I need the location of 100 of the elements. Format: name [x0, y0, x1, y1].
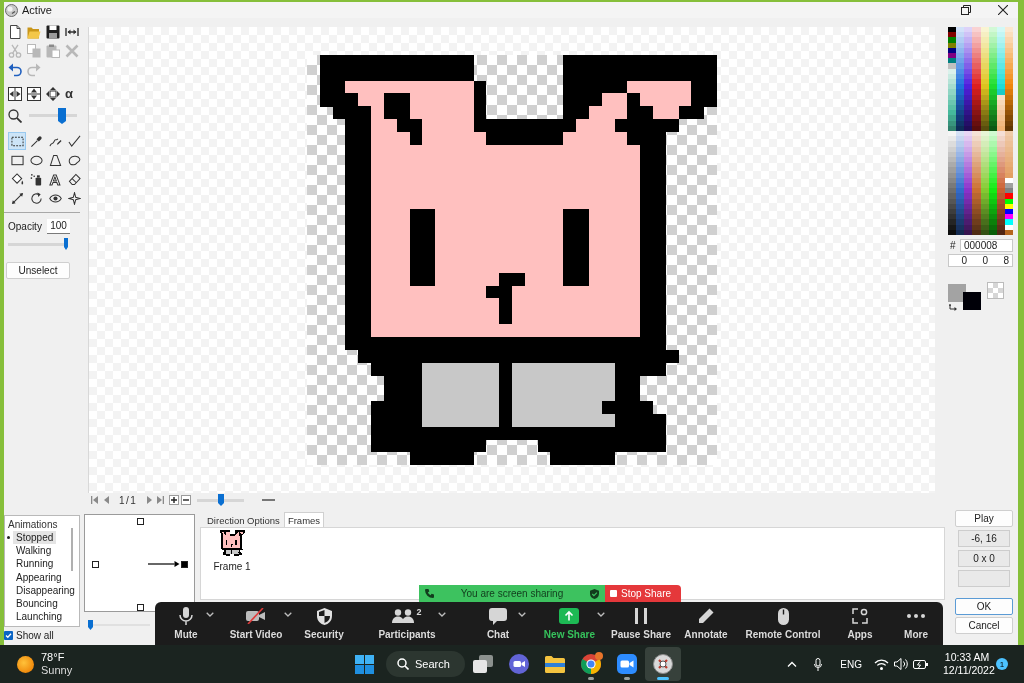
language-indicator[interactable]: ENG: [840, 658, 862, 670]
dashed-rectangle-icon: [10, 134, 24, 148]
stop-share-button[interactable]: Stop Share: [605, 585, 681, 602]
direction-handle[interactable]: [137, 604, 144, 611]
animation-item[interactable]: Launching: [13, 610, 66, 624]
frame-counter: 1/1: [119, 494, 138, 506]
checkbox[interactable]: [4, 630, 13, 640]
toolbar-button[interactable]: 2 Participants: [378, 602, 436, 640]
list-header: Animations: [7, 519, 59, 531]
transparent-swatch[interactable]: [987, 282, 1004, 299]
wifi-icon[interactable]: [874, 658, 889, 670]
color-value-field[interactable]: 8: [991, 255, 1012, 266]
ok-button[interactable]: OK: [955, 598, 1013, 615]
hex-field[interactable]: 000008: [960, 239, 1013, 252]
slider-thumb[interactable]: [88, 620, 93, 630]
bunny-thumbnail-drawing[interactable]: [219, 530, 245, 556]
horizontal-arrows-box-icon[interactable]: [8, 87, 22, 101]
slider-thumb[interactable]: [64, 238, 68, 250]
microphone-icon: [179, 607, 193, 625]
alpha-button[interactable]: α: [65, 87, 84, 101]
remove-button[interactable]: [181, 495, 192, 505]
toolbar-button[interactable]: Annotate: [684, 602, 728, 640]
swap-arrows-icon[interactable]: [949, 304, 957, 311]
four-way-arrows-icon[interactable]: [46, 87, 60, 101]
magnifier-icon[interactable]: [8, 108, 22, 123]
close-icon[interactable]: [998, 5, 1008, 15]
slider-thumb[interactable]: [57, 107, 66, 124]
page-icon[interactable]: [8, 25, 22, 39]
opacity-field[interactable]: 100: [47, 218, 70, 234]
horizontal-resize-icon[interactable]: [65, 25, 79, 39]
battery-icon[interactable]: [913, 659, 928, 669]
restore-icon[interactable]: [961, 5, 971, 15]
animation-list[interactable]: Animations Stopped Walking Running Appearing Disappearing Bouncing Launching: [4, 515, 80, 627]
toolbar-button[interactable]: Pause Share: [610, 602, 671, 640]
animation-item[interactable]: Running: [13, 557, 57, 571]
triangle-bar-right-icon[interactable]: [157, 496, 165, 504]
speaker-icon[interactable]: [894, 658, 908, 670]
toolbar-button[interactable]: Remote Control: [745, 602, 821, 640]
color-value-field[interactable]: 0: [970, 255, 991, 266]
direction-handle[interactable]: [92, 561, 99, 568]
taskbar-button[interactable]: [645, 647, 681, 681]
computer-mouse-icon: [777, 607, 789, 625]
bar-triangle-left-icon[interactable]: [91, 496, 98, 504]
clock-time[interactable]: 10:33 AM: [943, 651, 991, 664]
toolbar-button[interactable]: Security: [304, 602, 344, 640]
temperature: 78°F: [41, 651, 66, 664]
microphone-icon[interactable]: [814, 657, 823, 671]
cancel-button[interactable]: Cancel: [955, 617, 1013, 634]
secondary-color-swatch[interactable]: [963, 292, 981, 310]
direction-handle[interactable]: [137, 518, 144, 525]
sun-icon[interactable]: [17, 655, 34, 673]
notification-badge[interactable]: 1: [996, 658, 1008, 670]
triangle-right-icon[interactable]: [147, 496, 153, 504]
toolbar-button[interactable]: Chat: [480, 602, 516, 640]
vertical-arrows-box-icon[interactable]: [27, 87, 41, 101]
eraser-icon: [67, 172, 81, 186]
input-field[interactable]: [958, 570, 1010, 587]
color-value-field[interactable]: 0: [949, 255, 970, 266]
chevron-up-icon[interactable]: [787, 661, 798, 667]
triangle-left-icon[interactable]: [104, 496, 109, 504]
four-squares-icon[interactable]: [355, 654, 374, 674]
dash-icon: [262, 499, 276, 501]
undo-icon[interactable]: [8, 63, 22, 77]
slider-thumb[interactable]: [217, 494, 224, 506]
caret-icon[interactable]: [518, 612, 526, 617]
toolbar-button[interactable]: More: [898, 602, 934, 640]
caret-icon[interactable]: [284, 612, 293, 617]
toolbar-button[interactable]: New Share: [543, 602, 595, 640]
circular-arrow-icon: [29, 191, 43, 205]
add-button[interactable]: [169, 495, 180, 505]
animation-item[interactable]: Appearing: [13, 570, 65, 584]
search-button[interactable]: Search: [386, 651, 465, 677]
play-button[interactable]: Play: [955, 510, 1013, 527]
caret-icon[interactable]: [437, 612, 446, 617]
stop-square-icon: [610, 590, 617, 597]
animation-item[interactable]: Walking: [13, 544, 55, 558]
caret-icon[interactable]: [206, 612, 214, 617]
animation-item[interactable]: Bouncing: [13, 597, 61, 611]
scrollbar-thumb[interactable]: [71, 528, 73, 571]
shield-check-icon[interactable]: [590, 588, 599, 599]
search-icon: [397, 658, 409, 670]
caret-icon[interactable]: [597, 612, 605, 617]
hex-label: #: [949, 240, 957, 251]
toolbar-button[interactable]: Start Video: [229, 602, 283, 640]
toolbar-button[interactable]: Apps: [842, 602, 878, 640]
tool-button[interactable]: [65, 189, 83, 207]
unselect-button[interactable]: Unselect: [6, 262, 70, 279]
tab[interactable]: Direction Options: [203, 512, 284, 527]
color-palette[interactable]: [948, 27, 1013, 235]
more-dots-icon: [907, 614, 925, 618]
toolbar-button[interactable]: Mute: [168, 602, 204, 640]
checkbox-label: Show all: [16, 629, 54, 641]
direction-handle[interactable]: [181, 561, 188, 568]
weather-condition: Sunny: [41, 664, 73, 677]
handset-icon[interactable]: [425, 589, 434, 598]
primary-color-swatch[interactable]: [948, 284, 966, 302]
window-title: Active: [22, 4, 52, 16]
tab[interactable]: Frames: [283, 512, 325, 527]
animation-item[interactable]: Stopped: [13, 531, 57, 545]
animation-item[interactable]: Disappearing: [13, 583, 78, 597]
